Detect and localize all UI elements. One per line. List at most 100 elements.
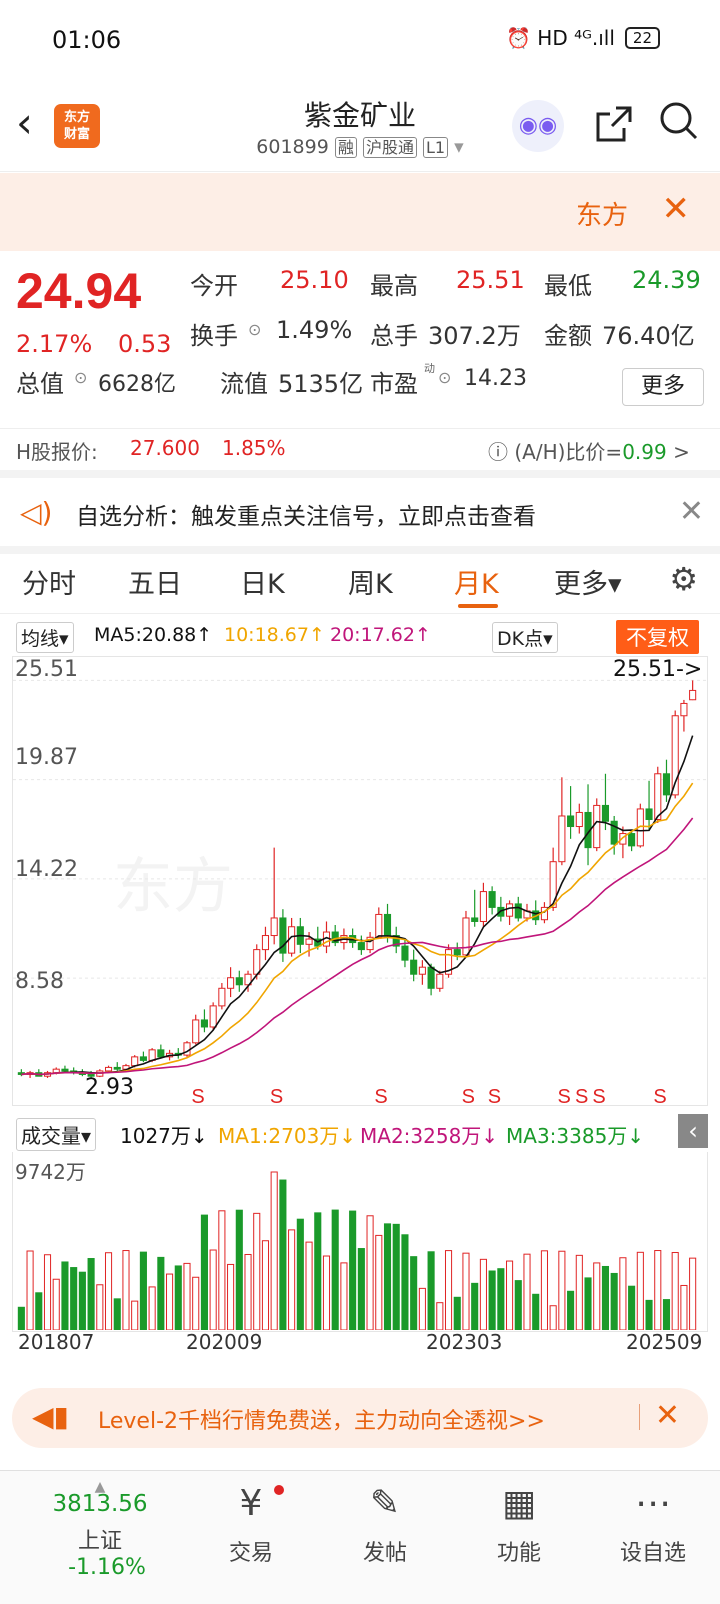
share-icon[interactable]	[594, 104, 634, 153]
high-value: 25.51	[456, 266, 525, 294]
low-label: 最低	[544, 272, 592, 300]
volume-bar	[514, 1280, 522, 1331]
candle	[479, 891, 487, 922]
sell-signal: S	[558, 1086, 571, 1105]
section-gap	[0, 546, 720, 554]
sell-signal: S	[191, 1086, 204, 1105]
volume-bar	[261, 1240, 270, 1331]
index-widget[interactable]: ▲ 3813.56 上证 -1.16%	[30, 1479, 170, 1580]
candle	[462, 917, 470, 956]
close-icon[interactable]: ✕	[655, 1398, 680, 1433]
volume-axis-label: 9742万	[15, 1160, 86, 1184]
axis-label-3: 14.22	[15, 857, 78, 882]
info-icon[interactable]: ⊙	[438, 368, 451, 387]
volume-bar	[52, 1278, 60, 1331]
kline-chart[interactable]: 东方 SSSSSSSSS 25.51 19.87 14.22 8.58 25.5…	[12, 656, 708, 1108]
high-marker: 25.51->	[613, 657, 703, 682]
collapse-button[interactable]: ‹	[678, 1114, 708, 1148]
volume-bar	[575, 1254, 583, 1331]
sell-signal: S	[488, 1086, 501, 1105]
volume-bar	[139, 1251, 147, 1331]
volume-bar	[601, 1265, 610, 1331]
nav-label: 设自选	[619, 1541, 686, 1566]
volume-bar	[322, 1255, 331, 1331]
volume-value: 307.2万	[428, 322, 521, 350]
axis-label-top: 25.51	[15, 657, 78, 682]
nav-watchlist[interactable]: ⋯ 设自选	[598, 1483, 708, 1567]
volume-bar	[619, 1257, 627, 1331]
candle	[192, 1019, 200, 1044]
volume-bar	[488, 1270, 496, 1331]
nav-functions[interactable]: ▦ 功能	[464, 1483, 574, 1567]
candle	[305, 938, 313, 945]
volume-bar	[209, 1249, 217, 1331]
divider	[0, 428, 720, 429]
nav-post[interactable]: ✎ 发帖	[330, 1483, 440, 1567]
ma-select[interactable]: 均线▾	[16, 622, 74, 653]
volume-bar	[157, 1256, 165, 1331]
volume-bar	[383, 1223, 392, 1331]
grid-icon: ▦	[501, 1483, 536, 1524]
signal-icons: ⏰ HD ⁴ᴳ.ıll	[506, 26, 615, 50]
candle	[218, 987, 226, 1007]
search-icon[interactable]	[658, 100, 700, 151]
info-icon[interactable]: ⊙	[248, 320, 261, 339]
post-icon: ✎	[369, 1483, 401, 1524]
candle	[680, 702, 688, 717]
gear-icon[interactable]: ⚙	[669, 560, 698, 598]
promo-banner[interactable]: 东方 ✕	[0, 173, 720, 251]
info-icon[interactable]: ⊙	[74, 368, 87, 387]
close-icon[interactable]: ✕	[679, 494, 704, 529]
volume-bar	[645, 1299, 653, 1331]
candle	[689, 689, 697, 701]
tab-intraday[interactable]: 分时	[22, 562, 76, 601]
tab-daily[interactable]: 日K	[240, 562, 285, 601]
h-share-percent: 1.85%	[222, 436, 286, 460]
volume-bar	[174, 1265, 182, 1331]
ah-value: 0.99	[622, 440, 667, 464]
volume-bar	[253, 1212, 261, 1331]
volume-bar	[61, 1261, 69, 1331]
h-share-price: 27.600	[130, 436, 200, 460]
tab-weekly[interactable]: 周K	[348, 562, 393, 601]
volume-bar	[628, 1285, 636, 1331]
volume-label: 总手	[370, 322, 418, 350]
volume-chart[interactable]: 9742万	[12, 1152, 708, 1332]
ai-assistant-icon[interactable]: ◉◉	[512, 100, 564, 152]
level2-banner[interactable]: ◀▮ Level-2千档行情免费送，主力动向全透视>> ✕	[12, 1388, 708, 1448]
volume-select[interactable]: 成交量▾	[16, 1118, 97, 1151]
volume-bar	[26, 1250, 34, 1331]
ma10-value: 10:18.67↑	[224, 624, 325, 646]
volume-bar	[540, 1250, 548, 1331]
candle	[104, 1066, 113, 1072]
speaker-icon: ◁)	[20, 496, 53, 529]
status-time: 01:06	[52, 26, 122, 54]
candle	[427, 966, 435, 989]
close-icon[interactable]: ✕	[662, 189, 691, 229]
volume-bar	[479, 1258, 487, 1331]
candle	[261, 935, 270, 951]
more-button[interactable]: 更多	[622, 368, 704, 406]
adjust-button[interactable]: 不复权	[616, 620, 699, 654]
question-icon: ⓘ	[488, 440, 515, 464]
ah-ratio[interactable]: ⓘ (A/H)比价=0.99 >	[488, 436, 690, 465]
status-bar: 01:06 ⏰ HD ⁴ᴳ.ıll 22	[0, 0, 720, 80]
dk-select[interactable]: DK点▾	[492, 622, 558, 653]
volume-bar	[497, 1268, 505, 1331]
nav-trade[interactable]: ¥ 交易	[196, 1483, 306, 1567]
analysis-bar[interactable]: ◁) 自选分析：触发重点关注信号，立即点击查看 ✕	[0, 478, 720, 546]
volume-bar	[567, 1290, 575, 1331]
volume-bar	[200, 1214, 208, 1331]
tab-monthly[interactable]: 月K	[454, 562, 499, 601]
analysis-text: 自选分析：触发重点关注信号，立即点击查看	[76, 504, 536, 530]
volume-bar	[314, 1212, 322, 1331]
tab-more[interactable]: 更多▾	[554, 562, 622, 601]
volume-bar	[340, 1262, 348, 1331]
period-tabs: 分时 五日 日K 周K 月K 更多▾ ⚙	[0, 554, 720, 614]
tab-five-day[interactable]: 五日	[128, 562, 182, 601]
level2-text: Level-2千档行情免费送，主力动向全透视>>	[98, 1409, 545, 1434]
index-row: 上证 -1.16%	[30, 1523, 170, 1580]
chart-toolbar: 均线▾ MA5:20.88↑ 10:18.67↑ 20:17.62↑ DK点▾ …	[0, 618, 720, 654]
candle	[235, 977, 243, 986]
level-tag: L1	[423, 137, 449, 158]
